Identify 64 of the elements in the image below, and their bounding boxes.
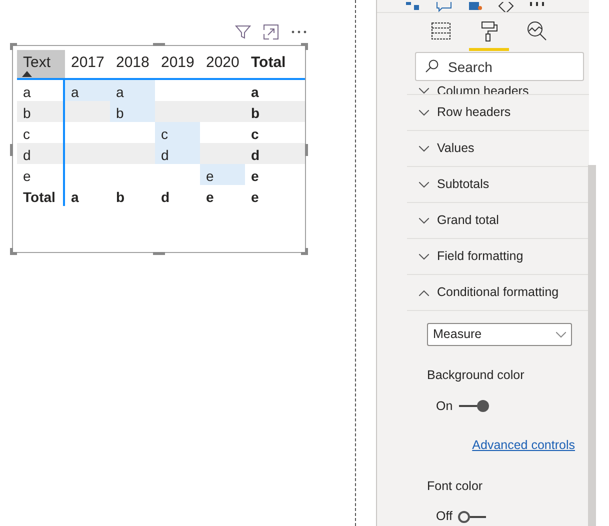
filter-icon[interactable] [235, 24, 251, 40]
total-cell: c [251, 126, 259, 142]
search-field[interactable]: Search [415, 52, 584, 82]
row-header: d [23, 147, 31, 163]
option-label: Font color [427, 478, 483, 494]
total-cell: a [251, 84, 259, 100]
total-cell: d [251, 147, 260, 163]
total-cell: d [161, 189, 170, 205]
total-cell: a [71, 189, 79, 205]
resize-handle[interactable] [10, 144, 13, 156]
total-cell: e [206, 189, 214, 205]
table-cell: a [116, 84, 124, 100]
toggle-label: Off [436, 508, 452, 526]
resize-handle[interactable] [153, 43, 165, 46]
total-cell: e [251, 168, 259, 184]
column-header: 2020 [206, 54, 240, 71]
speech-bubble-icon[interactable] [436, 2, 452, 12]
shapes-icon[interactable] [498, 2, 514, 12]
row-header: b [23, 105, 31, 121]
row-header: e [23, 168, 31, 184]
chart-icon[interactable] [467, 2, 483, 12]
section-header[interactable]: Values [407, 131, 589, 168]
column-header: 2017 [71, 54, 104, 71]
focus-mode-icon[interactable] [263, 24, 279, 40]
column-header: 2018 [116, 54, 150, 71]
chevron-icon [419, 218, 429, 224]
row-header: c [23, 126, 30, 142]
table-cell: d [161, 147, 169, 163]
chevron-icon [419, 88, 429, 94]
total-cell: e [251, 189, 259, 205]
total-cell: b [251, 105, 260, 121]
row-header: Total [23, 189, 56, 205]
chevron-icon [419, 290, 429, 296]
advanced-controls-link[interactable]: Advanced controls [472, 436, 575, 454]
table-cell: b [116, 105, 124, 121]
row-header: a [23, 84, 31, 100]
table-visual[interactable]: Text 2017 2018 2019 2020 Total a a a a b b b c c c d d d e e e Total a b d e e [12, 45, 306, 253]
column-header: Total [251, 54, 286, 71]
table-cell: c [161, 126, 168, 142]
measure-dropdown[interactable]: Measure [427, 323, 572, 346]
chevron-icon [419, 110, 429, 116]
section-header[interactable]: Row headers [407, 95, 589, 132]
sort-arrow-icon [22, 71, 32, 77]
hierarchy-icon[interactable] [405, 2, 421, 12]
total-cell: b [116, 189, 125, 205]
resize-handle[interactable] [301, 43, 308, 50]
toggle-label: On [436, 398, 453, 415]
search-icon [425, 59, 439, 74]
chevron-icon [419, 254, 429, 260]
table-cell: e [206, 168, 214, 184]
chevron-icon [556, 332, 566, 338]
resize-handle[interactable] [153, 252, 165, 255]
section-header[interactable]: Column headers [407, 81, 589, 96]
column-header: 2019 [161, 54, 194, 71]
resize-handle[interactable] [305, 144, 308, 156]
chevron-icon [419, 146, 429, 152]
column-header[interactable]: Text [17, 50, 65, 78]
chevron-icon [419, 182, 429, 188]
toggle-switch[interactable] [458, 400, 489, 412]
table-cell: a [71, 84, 79, 100]
toggle-switch[interactable] [458, 510, 488, 523]
resize-handle[interactable] [301, 248, 308, 255]
option-label: Background color [427, 367, 524, 384]
resize-handle[interactable] [10, 248, 17, 255]
